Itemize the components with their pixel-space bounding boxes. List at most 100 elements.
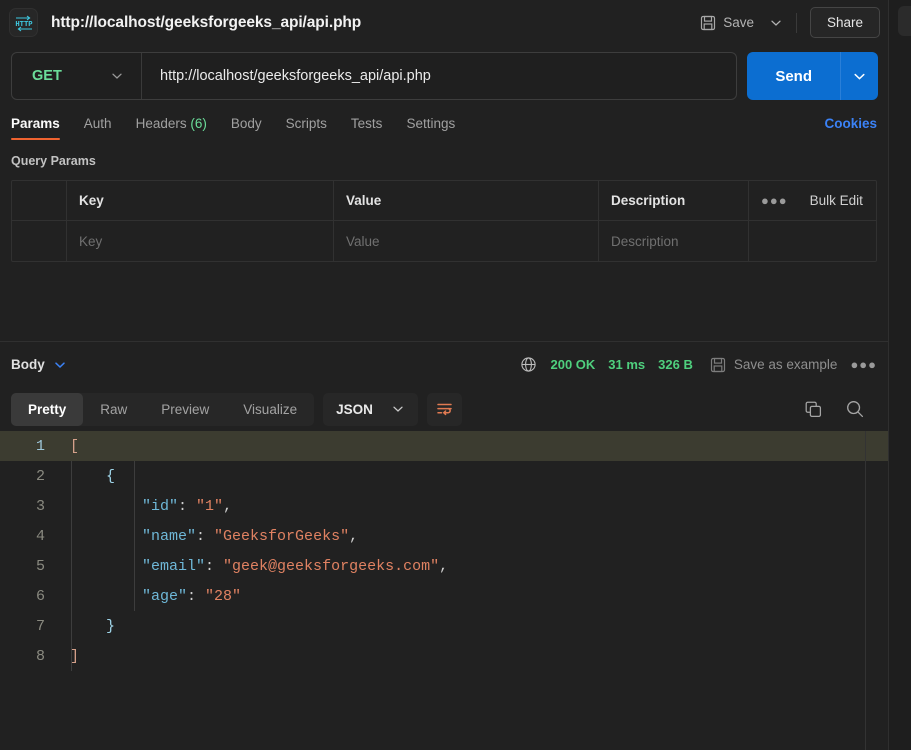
query-params-title: Query Params <box>11 154 877 168</box>
save-as-example-label: Save as example <box>734 357 838 372</box>
code-token <box>70 498 142 515</box>
row-key-input[interactable]: Key <box>67 221 334 261</box>
header-divider <box>796 13 797 33</box>
code-line: 8] <box>0 641 888 671</box>
svg-text:HTTP: HTTP <box>15 21 33 29</box>
word-wrap-button[interactable] <box>427 393 462 426</box>
save-as-example-button[interactable]: Save as example <box>710 357 838 373</box>
code-token <box>70 588 142 605</box>
code-line: 1[ <box>0 431 888 461</box>
response-status-bar: Body 200 OK 31 ms 326 B <box>0 342 888 387</box>
copy-icon[interactable] <box>804 400 823 419</box>
tab-scripts[interactable]: Scripts <box>286 116 327 140</box>
code-text: { <box>58 468 115 485</box>
response-tools <box>804 399 877 419</box>
code-token: } <box>106 618 115 635</box>
response-body-selector[interactable]: Body <box>11 357 67 372</box>
request-header-bar: HTTP http://localhost/geeksforgeeks_api/… <box>0 0 888 45</box>
ellipsis-icon[interactable]: ●●● <box>761 193 788 208</box>
tab-pretty[interactable]: Pretty <box>11 393 83 426</box>
share-button[interactable]: Share <box>810 7 880 38</box>
line-number: 2 <box>0 468 58 485</box>
bulk-edit-button[interactable]: Bulk Edit <box>810 193 863 208</box>
response-more-ellipsis-icon[interactable]: ●●● <box>850 357 877 372</box>
response-format-selector[interactable]: JSON <box>323 393 418 426</box>
header-actions: Save Share <box>693 0 880 45</box>
code-text: } <box>58 618 115 635</box>
line-number: 7 <box>0 618 58 635</box>
chevron-down-icon <box>110 69 124 83</box>
code-token: "id" <box>142 498 178 515</box>
code-token: "geek@geeksforgeeks.com" <box>223 558 439 575</box>
tab-raw[interactable]: Raw <box>83 393 144 426</box>
tab-headers[interactable]: Headers (6) <box>136 116 207 140</box>
line-number: 6 <box>0 588 58 605</box>
send-button[interactable]: Send <box>747 52 840 100</box>
http-method-selector[interactable]: GET <box>12 53 142 99</box>
tab-params-label: Params <box>11 116 60 131</box>
row-value-input[interactable]: Value <box>334 221 599 261</box>
response-body-label: Body <box>11 357 45 372</box>
tab-tests[interactable]: Tests <box>351 116 383 140</box>
table-row: Key Value Description <box>12 221 876 261</box>
chevron-down-icon <box>53 358 67 372</box>
code-token: "email" <box>142 558 205 575</box>
code-token: "28" <box>205 588 241 605</box>
query-params-table: Key Value Description ●●● Bulk Edit Key … <box>11 180 877 262</box>
tab-settings[interactable]: Settings <box>406 116 455 140</box>
globe-icon <box>520 356 537 373</box>
tab-settings-label: Settings <box>406 116 455 131</box>
line-number: 8 <box>0 648 58 665</box>
send-button-group: Send <box>747 52 878 100</box>
response-view-tabs: Pretty Raw Preview Visualize <box>11 393 314 426</box>
code-text: [ <box>58 438 79 455</box>
code-text: "name": "GeeksforGeeks", <box>58 528 358 545</box>
send-options-caret[interactable] <box>840 52 878 100</box>
request-tabs: Params Auth Headers (6) Body Scripts Tes… <box>0 107 888 140</box>
code-token: "age" <box>142 588 187 605</box>
save-options-caret[interactable] <box>763 8 789 38</box>
code-token <box>70 618 106 635</box>
tab-auth[interactable]: Auth <box>84 116 112 140</box>
row-actions-cell <box>749 221 876 261</box>
indent-guide <box>71 461 72 671</box>
line-number: 3 <box>0 498 58 515</box>
line-number: 4 <box>0 528 58 545</box>
tab-visualize[interactable]: Visualize <box>226 393 314 426</box>
page-title: http://localhost/geeksforgeeks_api/api.p… <box>51 14 361 32</box>
request-pane-spacer <box>0 262 888 341</box>
code-token <box>70 558 142 575</box>
postman-app-window: HTTP http://localhost/geeksforgeeks_api/… <box>0 0 911 750</box>
response-size: 326 B <box>658 357 693 372</box>
url-input[interactable] <box>142 53 736 99</box>
header-cell-actions: ●●● Bulk Edit <box>749 181 876 220</box>
right-rail-panel[interactable] <box>898 6 911 36</box>
search-icon[interactable] <box>845 399 865 419</box>
tab-preview[interactable]: Preview <box>144 393 226 426</box>
row-description-input[interactable]: Description <box>599 221 749 261</box>
tab-body[interactable]: Body <box>231 116 262 140</box>
cookies-link[interactable]: Cookies <box>824 116 877 140</box>
code-token: "GeeksforGeeks" <box>214 528 349 545</box>
code-scrollbar[interactable] <box>865 431 866 750</box>
tab-params[interactable]: Params <box>11 116 60 140</box>
code-token <box>70 468 106 485</box>
floppy-disk-icon <box>700 15 716 31</box>
code-token <box>70 528 142 545</box>
chevron-down-icon <box>391 402 405 416</box>
chevron-down-icon <box>852 69 867 84</box>
response-metrics: 200 OK 31 ms 326 B Save as example ●●● <box>520 356 877 373</box>
floppy-disk-icon <box>710 357 726 373</box>
save-label: Save <box>723 15 754 30</box>
tab-scripts-label: Scripts <box>286 116 327 131</box>
save-button[interactable]: Save <box>693 9 761 37</box>
row-checkbox-cell[interactable] <box>12 221 67 261</box>
indent-guide <box>134 461 135 611</box>
response-body-viewer[interactable]: 1[2 {3 "id": "1",4 "name": "GeeksforGeek… <box>0 431 888 750</box>
http-method-label: GET <box>32 68 62 84</box>
code-token: [ <box>70 438 79 455</box>
code-token: "name" <box>142 528 196 545</box>
code-text: "age": "28" <box>58 588 241 605</box>
tab-auth-label: Auth <box>84 116 112 131</box>
code-token: : <box>187 588 205 605</box>
